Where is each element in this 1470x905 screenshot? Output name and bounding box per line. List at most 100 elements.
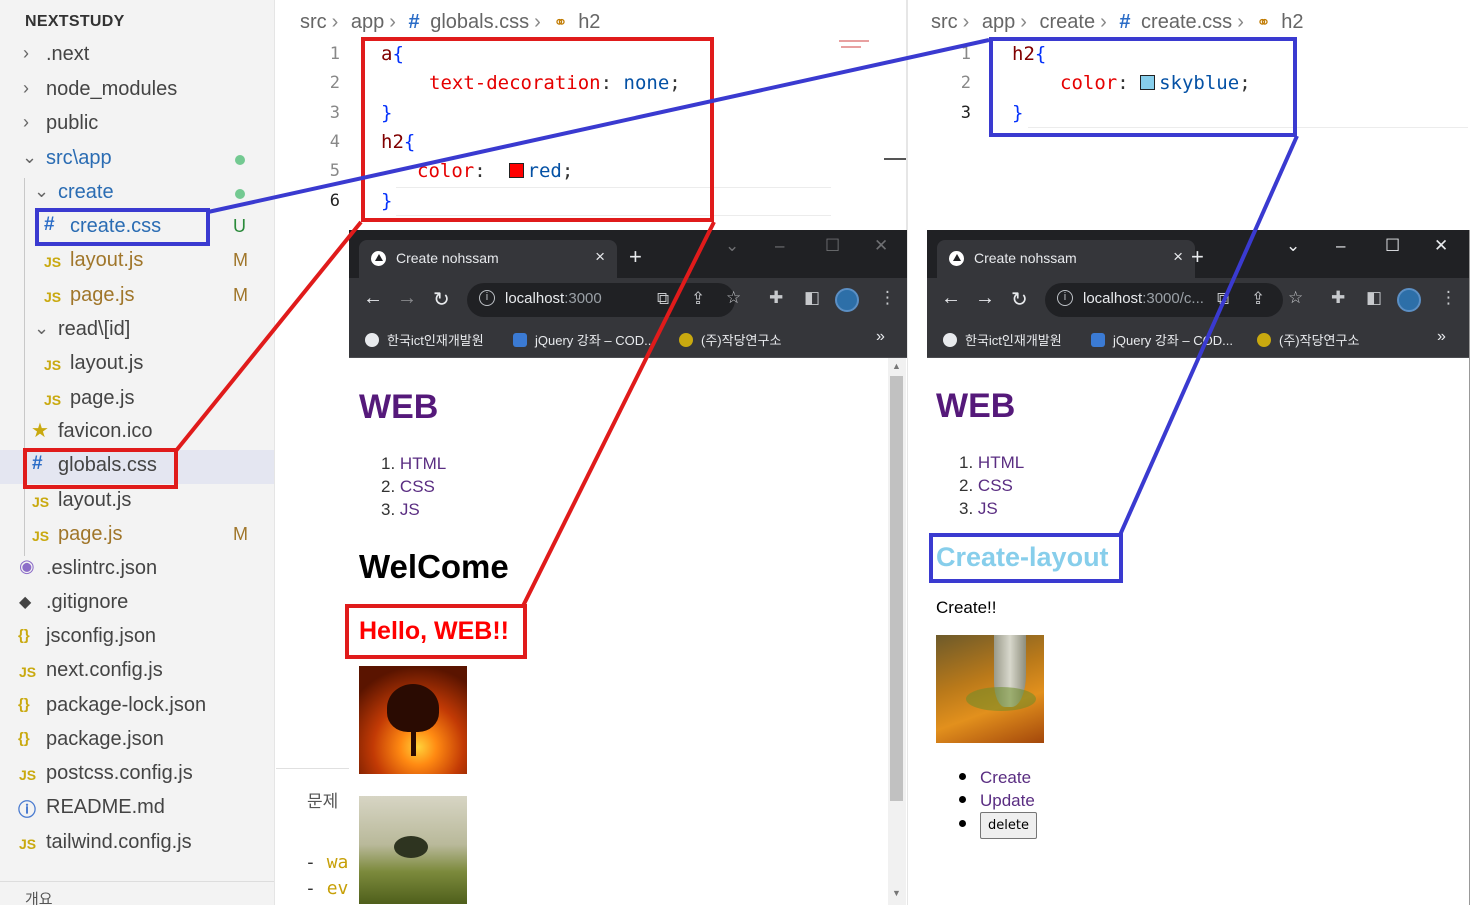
list-item[interactable]: 3. JS bbox=[959, 497, 1024, 520]
tab-close-icon[interactable]: × bbox=[595, 247, 605, 267]
maximize-icon[interactable]: ☐ bbox=[1385, 236, 1400, 256]
bookmark-item[interactable]: jQuery 강좌 – COD... bbox=[513, 330, 655, 349]
breadcrumb-symbol[interactable]: h2 bbox=[578, 11, 600, 33]
minimap[interactable] bbox=[839, 40, 869, 42]
address-bar[interactable]: i localhost:3000 ⧉ ⇪ bbox=[467, 283, 735, 317]
minimize-icon[interactable]: – bbox=[1336, 236, 1345, 256]
scroll-down-icon[interactable]: ▼ bbox=[892, 888, 901, 898]
tree-item-create-folder[interactable]: ⌄ create bbox=[0, 177, 274, 211]
topic-link[interactable]: JS bbox=[978, 499, 998, 518]
close-window-icon[interactable]: ✕ bbox=[874, 236, 888, 256]
tab-search-icon[interactable]: ⌄ bbox=[1286, 236, 1300, 256]
more-bookmarks-icon[interactable]: » bbox=[876, 328, 885, 346]
forward-arrow-icon[interactable]: → bbox=[975, 287, 995, 310]
tree-item-jsconfig[interactable]: {} jsconfig.json bbox=[0, 621, 274, 655]
bookmark-item[interactable]: (주)작당연구소 bbox=[679, 330, 781, 349]
reload-icon[interactable]: ↻ bbox=[433, 287, 450, 312]
update-link[interactable]: Update bbox=[980, 791, 1035, 810]
create-link[interactable]: Create bbox=[980, 768, 1031, 787]
share-icon[interactable]: ⇪ bbox=[1251, 289, 1265, 309]
site-info-icon[interactable]: i bbox=[1057, 290, 1073, 306]
problems-tab[interactable]: 문제 bbox=[307, 787, 338, 812]
breadcrumb-create[interactable]: create bbox=[1040, 11, 1096, 33]
tree-item-create-page-js[interactable]: JS page.js M bbox=[0, 280, 274, 314]
menu-dots-icon[interactable]: ⋮ bbox=[879, 288, 896, 308]
minimap[interactable] bbox=[841, 46, 861, 48]
address-bar[interactable]: i localhost:3000/c... ⧉ ⇪ bbox=[1045, 283, 1283, 317]
tree-item-read-layout-js[interactable]: JS layout.js bbox=[0, 348, 274, 382]
breadcrumb-file[interactable]: globals.css bbox=[430, 11, 529, 33]
minimize-icon[interactable]: – bbox=[775, 236, 784, 256]
browser-tab[interactable]: Create nohssam × bbox=[937, 240, 1195, 278]
page-title-link[interactable]: WEB bbox=[936, 387, 1015, 426]
site-info-icon[interactable]: i bbox=[479, 290, 495, 306]
side-panel-icon[interactable]: ◧ bbox=[1366, 288, 1382, 308]
breadcrumb-app[interactable]: app bbox=[351, 11, 384, 33]
breadcrumb-app[interactable]: app bbox=[982, 11, 1015, 33]
tree-item-gitignore[interactable]: ◆ .gitignore bbox=[0, 587, 274, 621]
new-tab-button[interactable]: + bbox=[1191, 244, 1204, 270]
extensions-icon[interactable]: ✚ bbox=[769, 288, 783, 308]
tree-item-node-modules[interactable]: › node_modules bbox=[0, 74, 274, 108]
extensions-icon[interactable]: ✚ bbox=[1331, 288, 1345, 308]
translate-icon[interactable]: ⧉ bbox=[657, 289, 669, 309]
tree-item-tailwind-config[interactable]: JS tailwind.config.js bbox=[0, 827, 274, 861]
tree-item-postcss-config[interactable]: JS postcss.config.js bbox=[0, 758, 274, 792]
tab-close-icon[interactable]: × bbox=[1173, 247, 1183, 267]
bookmark-item[interactable]: (주)작당연구소 bbox=[1257, 330, 1359, 349]
tab-search-icon[interactable]: ⌄ bbox=[725, 236, 739, 256]
back-arrow-icon[interactable]: ← bbox=[363, 287, 383, 310]
forward-arrow-icon[interactable]: → bbox=[397, 287, 417, 310]
breadcrumb-src[interactable]: src bbox=[300, 11, 327, 33]
topic-link[interactable]: HTML bbox=[400, 454, 446, 473]
list-item[interactable]: 1. HTML bbox=[959, 451, 1024, 474]
tree-item-app-layout-js[interactable]: JS layout.js bbox=[0, 485, 274, 519]
scroll-up-icon[interactable]: ▲ bbox=[892, 361, 901, 371]
bookmark-item[interactable]: 한국ict인재개발원 bbox=[365, 330, 484, 349]
share-icon[interactable]: ⇪ bbox=[691, 289, 705, 309]
topic-link[interactable]: CSS bbox=[978, 476, 1013, 495]
menu-dots-icon[interactable]: ⋮ bbox=[1440, 288, 1457, 308]
bookmark-star-icon[interactable]: ☆ bbox=[726, 288, 741, 308]
tree-item-next[interactable]: › .next bbox=[0, 39, 274, 73]
list-item[interactable]: 3. JS bbox=[381, 498, 446, 521]
maximize-icon[interactable]: ☐ bbox=[825, 236, 840, 256]
tree-item-read-id-folder[interactable]: ⌄ read\[id] bbox=[0, 314, 274, 348]
profile-avatar[interactable] bbox=[1397, 288, 1421, 312]
close-window-icon[interactable]: ✕ bbox=[1434, 236, 1448, 256]
list-item[interactable]: 2. CSS bbox=[381, 475, 446, 498]
list-item[interactable]: 1. HTML bbox=[381, 452, 446, 475]
new-tab-button[interactable]: + bbox=[629, 244, 642, 270]
tree-item-eslintrc[interactable]: ◉ .eslintrc.json bbox=[0, 553, 274, 587]
side-panel-icon[interactable]: ◧ bbox=[804, 288, 820, 308]
back-arrow-icon[interactable]: ← bbox=[941, 287, 961, 310]
bookmark-star-icon[interactable]: ☆ bbox=[1288, 288, 1303, 308]
breadcrumb-src[interactable]: src bbox=[931, 11, 958, 33]
breadcrumb-file[interactable]: create.css bbox=[1141, 11, 1232, 33]
breadcrumb-symbol[interactable]: h2 bbox=[1281, 11, 1303, 33]
profile-avatar[interactable] bbox=[835, 288, 859, 312]
tree-item-read-page-js[interactable]: JS page.js bbox=[0, 383, 274, 417]
list-item[interactable]: 2. CSS bbox=[959, 474, 1024, 497]
page-title-link[interactable]: WEB bbox=[359, 388, 438, 427]
delete-button[interactable]: delete bbox=[980, 812, 1037, 839]
more-bookmarks-icon[interactable]: » bbox=[1437, 328, 1446, 346]
tree-item-favicon[interactable]: ★ favicon.ico bbox=[0, 416, 274, 450]
topic-link[interactable]: CSS bbox=[400, 477, 435, 496]
bookmark-item[interactable]: 한국ict인재개발원 bbox=[943, 330, 1062, 349]
tree-item-next-config[interactable]: JS next.config.js bbox=[0, 655, 274, 689]
bookmark-item[interactable]: jQuery 강좌 – COD... bbox=[1091, 330, 1233, 349]
reload-icon[interactable]: ↻ bbox=[1011, 287, 1028, 312]
tree-item-public[interactable]: › public bbox=[0, 108, 274, 142]
tree-item-readme[interactable]: ⓘ README.md bbox=[0, 792, 274, 826]
tree-item-package-json[interactable]: {} package.json bbox=[0, 724, 274, 758]
translate-icon[interactable]: ⧉ bbox=[1217, 289, 1229, 309]
outline-section-title[interactable]: 개요 bbox=[25, 888, 53, 905]
tree-item-package-lock[interactable]: {} package-lock.json bbox=[0, 690, 274, 724]
tree-item-src-app[interactable]: ⌄ src\app bbox=[0, 143, 274, 177]
topic-link[interactable]: HTML bbox=[978, 453, 1024, 472]
browser-tab[interactable]: Create nohssam × bbox=[359, 240, 617, 278]
scrollbar-thumb[interactable] bbox=[890, 376, 903, 801]
tree-item-create-layout-js[interactable]: JS layout.js M bbox=[0, 245, 274, 279]
topic-link[interactable]: JS bbox=[400, 500, 420, 519]
